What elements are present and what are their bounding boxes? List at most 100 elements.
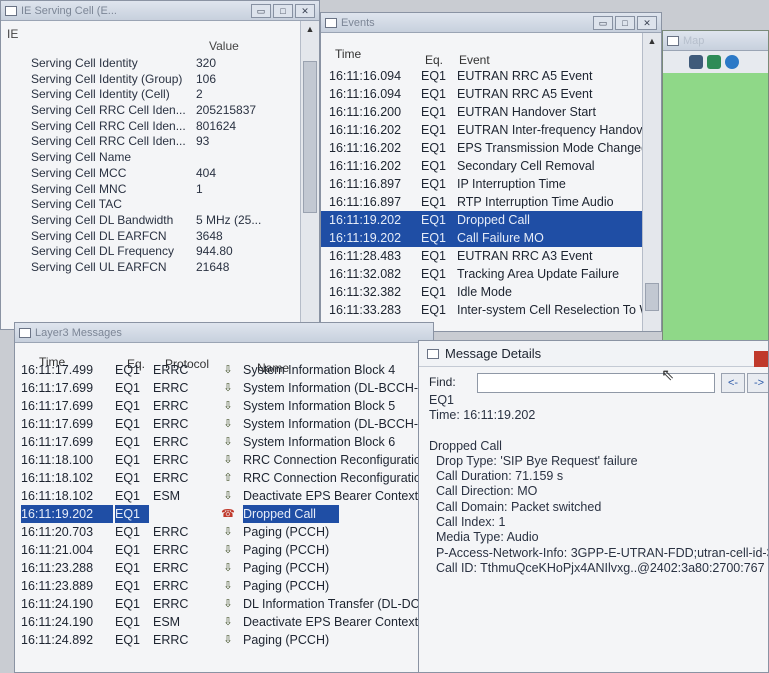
event-row[interactable]: 16:11:16.200 EQ1 EUTRAN Handover Start — [321, 103, 643, 121]
ie-name: Serving Cell MCC — [31, 165, 127, 180]
message-row[interactable]: 16:11:17.499 EQ1 ERRC ⇩ System Information B… — [15, 361, 433, 379]
table-row[interactable]: Serving Cell DL EARFCN 3648 — [1, 229, 301, 245]
event-eq: EQ1 — [421, 159, 447, 173]
message-row[interactable]: 16:11:18.102 EQ1 ERRC ⇧ RRC Connection Recon… — [15, 469, 433, 487]
message-row[interactable]: 16:11:20.703 EQ1 ERRC ⇩ Paging (PCCH) — [15, 523, 433, 541]
message-eq: EQ1 — [115, 615, 141, 629]
minimize-button[interactable]: ▭ — [251, 4, 271, 18]
event-row[interactable]: 16:11:16.897 EQ1 RTP Interruption Time Aud… — [321, 193, 643, 211]
events-col-time[interactable]: Time — [335, 47, 361, 61]
event-row[interactable]: 16:11:28.483 EQ1 EUTRAN RRC A3 Event — [321, 247, 643, 265]
table-row[interactable]: Serving Cell Identity (Cell) 2 — [1, 87, 301, 103]
window-icon — [667, 35, 679, 46]
message-details-titlebar[interactable]: Message Details — [419, 341, 768, 367]
ie-value: 5 MHz (25... — [196, 212, 262, 227]
find-prev-button[interactable]: <- — [721, 373, 745, 393]
message-row[interactable]: 16:11:17.699 EQ1 ERRC ⇩ System Information (… — [15, 415, 433, 433]
table-row[interactable]: Serving Cell RRC Cell Iden... 93 — [1, 134, 301, 150]
message-eq: EQ1 — [115, 633, 141, 647]
table-row[interactable]: Serving Cell RRC Cell Iden... 801624 — [1, 119, 301, 135]
table-row[interactable]: Serving Cell MCC 404 — [1, 166, 301, 182]
find-next-button[interactable]: -> — [747, 373, 768, 393]
close-button[interactable] — [754, 351, 768, 367]
message-row[interactable]: 16:11:17.699 EQ1 ERRC ⇩ System Information B… — [15, 397, 433, 415]
message-row[interactable]: 16:11:24.190 EQ1 ESM ⇩ Deactivate EPS Bearer… — [15, 613, 433, 631]
message-name: Deactivate EPS Bearer Context I — [243, 615, 426, 629]
message-row[interactable]: 16:11:17.699 EQ1 ERRC ⇩ System Information B… — [15, 433, 433, 451]
event-row[interactable]: 16:11:16.094 EQ1 EUTRAN RRC A5 Event — [321, 85, 643, 103]
maximize-button[interactable]: □ — [615, 16, 635, 30]
message-row[interactable]: 16:11:19.202 EQ1 ☎ Dropped Call — [15, 505, 433, 523]
ie-col-value[interactable]: Value — [209, 39, 239, 53]
table-row[interactable]: Serving Cell Identity (Group) 106 — [1, 72, 301, 88]
event-time: 16:11:16.897 — [329, 177, 402, 191]
event-row[interactable]: 16:11:16.202 EQ1 EPS Transmission Mode Cha… — [321, 139, 647, 157]
events-col-event[interactable]: Event — [459, 53, 490, 67]
message-row[interactable]: 16:11:18.102 EQ1 ESM ⇩ Deactivate EPS Bearer… — [15, 487, 433, 505]
layer3-titlebar[interactable]: Layer3 Messages — [15, 323, 433, 343]
ie-col-name[interactable]: IE — [7, 27, 18, 41]
event-row[interactable]: 16:11:32.082 EQ1 Tracking Area Update Fail… — [321, 265, 643, 283]
events-scrollbar[interactable]: ▲ — [642, 33, 661, 331]
event-row[interactable]: 16:11:16.094 EQ1 EUTRAN RRC A5 Event — [321, 67, 643, 85]
globe-icon[interactable] — [725, 55, 739, 69]
detail-line: P-Access-Network-Info: 3GPP-E-UTRAN-FDD;… — [429, 545, 769, 560]
close-button[interactable]: ✕ — [295, 4, 315, 18]
event-row[interactable]: 16:11:16.202 EQ1 Secondary Cell Removal — [321, 157, 643, 175]
table-row[interactable]: Serving Cell DL Bandwidth 5 MHz (25... — [1, 213, 301, 229]
message-row[interactable]: 16:11:18.100 EQ1 ERRC ⇩ RRC Connection Recon… — [15, 451, 433, 469]
table-row[interactable]: Serving Cell DL Frequency 944.80 — [1, 244, 301, 260]
scroll-thumb[interactable] — [303, 61, 317, 213]
event-row[interactable]: 16:11:19.202 EQ1 Dropped Call — [321, 211, 643, 229]
message-name: Paging (PCCH) — [243, 579, 330, 593]
layers-icon[interactable] — [689, 55, 703, 69]
scroll-up-icon[interactable]: ▲ — [643, 33, 661, 49]
scroll-thumb[interactable] — [645, 283, 659, 311]
downlink-arrow-icon: ⇩ — [223, 526, 233, 538]
ie-value: 2 — [196, 87, 203, 102]
event-row[interactable]: 16:11:16.202 EQ1 EUTRAN Inter-frequency Ha… — [321, 121, 647, 139]
scroll-up-icon[interactable]: ▲ — [301, 21, 319, 37]
ie-scrollbar[interactable]: ▲ — [300, 21, 319, 329]
message-row[interactable]: 16:11:23.889 EQ1 ERRC ⇩ Paging (PCCH) — [15, 577, 433, 595]
ie-value: 320 — [196, 56, 217, 70]
event-row[interactable]: 16:11:16.897 EQ1 IP Interruption Time — [321, 175, 643, 193]
detail-line: Media Type: Audio — [429, 530, 539, 545]
table-row[interactable]: Serving Cell MNC 1 — [1, 182, 301, 198]
event-row[interactable]: 16:11:33.283 EQ1 Inter-system Cell Reselec… — [321, 301, 647, 319]
message-time: 16:11:18.102 — [21, 489, 94, 503]
ie-titlebar[interactable]: IE Serving Cell (E... ▭ □ ✕ — [1, 1, 319, 21]
downlink-arrow-icon: ⇩ — [223, 490, 233, 502]
ie-list: Serving Cell Identity 320 Serving Cell Ide… — [1, 56, 301, 276]
events-header: Time Eq. Event — [321, 35, 643, 71]
downlink-arrow-icon: ⇩ — [223, 598, 233, 610]
event-eq: EQ1 — [421, 87, 447, 101]
message-row[interactable]: 16:11:23.288 EQ1 ERRC ⇩ Paging (PCCH) — [15, 559, 433, 577]
table-row[interactable]: Serving Cell Identity 320 — [1, 56, 301, 72]
table-row[interactable]: Serving Cell Name — [1, 150, 301, 166]
events-titlebar[interactable]: Events ▭ □ ✕ — [321, 13, 661, 33]
map-icon[interactable] — [707, 55, 721, 69]
message-row[interactable]: 16:11:21.004 EQ1 ERRC ⇩ Paging (PCCH) — [15, 541, 433, 559]
ie-title: IE Serving Cell (E... — [21, 4, 117, 17]
message-row[interactable]: 16:11:24.892 EQ1 ERRC ⇩ Paging (PCCH) — [15, 631, 433, 649]
detail-line: Time: 16:11:19.202 — [429, 408, 536, 423]
close-button[interactable]: ✕ — [637, 16, 657, 30]
minimize-button[interactable]: ▭ — [593, 16, 613, 30]
downlink-arrow-icon: ⇩ — [223, 364, 233, 376]
table-row[interactable]: Serving Cell UL EARFCN 21648 — [1, 260, 301, 276]
find-input[interactable] — [477, 373, 715, 393]
detail-line: EQ1 — [429, 393, 455, 407]
event-time: 16:11:16.094 — [329, 87, 402, 101]
table-row[interactable]: Serving Cell RRC Cell Iden... 205215837 — [1, 103, 301, 119]
event-row[interactable]: 16:11:19.202 EQ1 Call Failure MO — [321, 229, 643, 247]
message-details-body: EQ1 Time: 16:11:19.202 Dropped Call Drop T… — [429, 393, 769, 576]
event-row[interactable]: 16:11:32.382 EQ1 Idle Mode — [321, 283, 643, 301]
events-col-eq[interactable]: Eq. — [425, 53, 443, 67]
message-row[interactable]: 16:11:17.699 EQ1 ERRC ⇩ System Information (… — [15, 379, 433, 397]
maximize-button[interactable]: □ — [273, 4, 293, 18]
map-titlebar[interactable]: Map — [663, 31, 768, 51]
map-canvas[interactable] — [663, 73, 768, 341]
message-row[interactable]: 16:11:24.190 EQ1 ERRC ⇩ DL Information Trans… — [15, 595, 433, 613]
table-row[interactable]: Serving Cell TAC — [1, 197, 301, 213]
